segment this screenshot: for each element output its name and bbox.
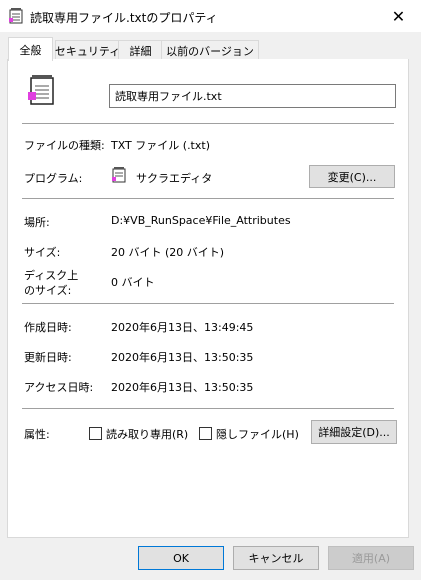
cancel-label: キャンセル (248, 552, 304, 565)
program-label: プログラム: (24, 172, 83, 185)
advanced-button-label: 詳細設定(D)... (318, 426, 390, 439)
size-label: サイズ: (24, 246, 61, 259)
window-title: 読取専用ファイル.txtのプロパティ (30, 11, 218, 25)
accessed-value: 2020年6月13日、13:50:35 (111, 381, 254, 394)
filename-field[interactable]: 読取専用ファイル.txt (109, 84, 396, 108)
location-value: D:¥VB_RunSpace¥File_Attributes (111, 214, 291, 227)
file-type-label: ファイルの種類: (24, 139, 105, 152)
size-value: 20 バイト (20 バイト) (111, 246, 225, 259)
accessed-label: アクセス日時: (24, 381, 94, 394)
disk-size-label-line2: のサイズ: (24, 284, 72, 297)
created-label: 作成日時: (24, 321, 72, 334)
created-value: 2020年6月13日、13:49:45 (111, 321, 254, 334)
disk-size-label: ディスク上 のサイズ: (24, 268, 78, 298)
ok-button[interactable]: OK (138, 546, 224, 570)
tab-previous-versions[interactable]: 以前のバージョン (161, 40, 259, 60)
modified-value: 2020年6月13日、13:50:35 (111, 351, 254, 364)
notepad-file-icon (8, 8, 24, 24)
change-button-label: 変更(C)... (327, 170, 377, 184)
apply-button[interactable]: 適用(A) (328, 546, 414, 570)
modified-label: 更新日時: (24, 351, 72, 364)
file-type-value: TXT ファイル (.txt) (111, 139, 210, 152)
tab-details[interactable]: 詳細 (118, 40, 163, 60)
tab-label: 詳細 (129, 44, 152, 58)
tab-label: セキュリティ (54, 44, 121, 58)
file-large-icon (25, 74, 57, 106)
tab-label: 全般 (19, 43, 42, 57)
sakura-editor-icon (111, 167, 127, 183)
hidden-label[interactable]: 隠しファイル(H) (216, 426, 299, 442)
hidden-checkbox[interactable] (199, 427, 212, 440)
separator (22, 303, 394, 304)
attributes-label: 属性: (24, 428, 50, 441)
tab-security[interactable]: セキュリティ (55, 40, 120, 60)
separator (22, 123, 394, 124)
close-button[interactable]: ✕ (376, 0, 421, 32)
apply-label: 適用(A) (351, 552, 391, 565)
location-label: 場所: (24, 216, 50, 229)
tab-label: 以前のバージョン (166, 44, 254, 58)
tab-general[interactable]: 全般 (8, 37, 53, 61)
program-value: サクラエディタ (136, 172, 213, 185)
readonly-checkbox[interactable] (89, 427, 102, 440)
close-icon: ✕ (391, 6, 406, 26)
readonly-label[interactable]: 読み取り専用(R) (106, 426, 188, 442)
separator (22, 198, 394, 199)
advanced-button[interactable]: 詳細設定(D)... (311, 420, 397, 444)
disk-size-label-line1: ディスク上 (24, 269, 79, 282)
separator (22, 408, 394, 409)
change-program-button[interactable]: 変更(C)... (309, 165, 395, 188)
general-panel (7, 59, 409, 538)
cancel-button[interactable]: キャンセル (233, 546, 319, 570)
disk-size-value: 0 バイト (111, 276, 155, 289)
ok-label: OK (173, 551, 189, 565)
